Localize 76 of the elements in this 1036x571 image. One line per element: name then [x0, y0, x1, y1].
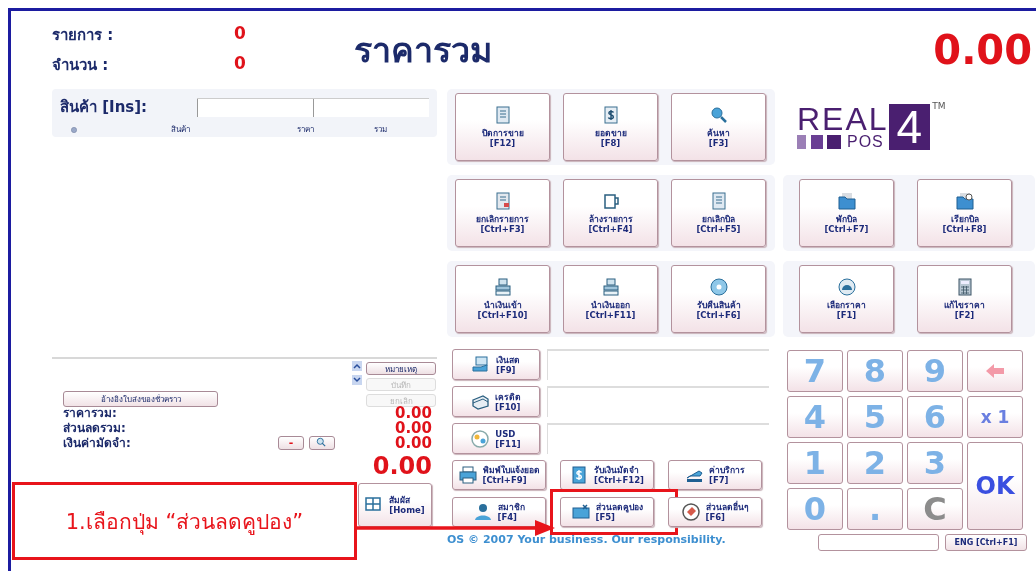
function-button[interactable]: เลือกราคา [F1]: [799, 265, 894, 333]
search-icon: [709, 106, 728, 124]
function-button[interactable]: ล้างรายการ [Ctrl+F4]: [563, 179, 658, 247]
action-button[interactable]: สมาชิก [F4]: [452, 497, 546, 527]
logo-squares-icon: [797, 135, 841, 149]
dollar-icon: [570, 466, 589, 484]
scroll-buttons[interactable]: [352, 361, 362, 385]
function-button[interactable]: แก้ไขราคา [F2]: [917, 265, 1012, 333]
search-button[interactable]: [309, 435, 335, 450]
folder-icon: [837, 192, 856, 210]
function-button[interactable]: ยกเลิกบิล [Ctrl+F5]: [671, 179, 766, 247]
tag-icon: [681, 503, 700, 521]
total-amount: 0.00: [933, 27, 1032, 73]
callout-text: 1.เลือกปุ่ม “ส่วนลดคูปอง”: [65, 508, 304, 537]
net-total-value: 0.00: [372, 452, 432, 480]
quantity-label: จำนวน :: [52, 55, 110, 76]
dot-icon: [70, 125, 78, 134]
cash-register-icon: [601, 278, 620, 296]
product-input-field[interactable]: [313, 98, 429, 117]
language-button[interactable]: ENG [Ctrl+F1]: [945, 534, 1027, 551]
column-header: สินค้า: [169, 124, 191, 136]
item-count-value: 0: [234, 23, 247, 45]
item-count-label: รายการ :: [52, 25, 115, 46]
calculator-icon: [955, 278, 974, 296]
dollar-icon: [601, 106, 620, 124]
touch-button[interactable]: สัมผัส [Home]: [358, 483, 432, 527]
note-button[interactable]: หมายเหตุ: [366, 362, 436, 375]
product-label: สินค้า [Ins]:: [60, 97, 149, 118]
function-button[interactable]: ปิดการขาย [F12]: [455, 93, 550, 161]
product-input-field[interactable]: [197, 98, 313, 117]
folder-magnifier-icon: [955, 192, 974, 210]
summary-label: ส่วนลดรวม:: [62, 420, 126, 437]
document-icon: [493, 106, 512, 124]
function-button[interactable]: พักบิล [Ctrl+F7]: [799, 179, 894, 247]
function-button[interactable]: นำเงินออก [Ctrl+F11]: [563, 265, 658, 333]
reference-button[interactable]: อ้างอิงใบส่งของชั่วคราว: [63, 391, 218, 407]
quantity-value: 0: [234, 53, 247, 75]
cloche-icon: [837, 278, 856, 296]
cash-register-icon: [493, 278, 512, 296]
minus-button[interactable]: -: [278, 435, 304, 450]
disc-icon: [709, 278, 728, 296]
ticket-icon: [571, 503, 590, 521]
function-button[interactable]: เรียกบิล [Ctrl+F8]: [917, 179, 1012, 247]
action-button[interactable]: ส่วนลดอื่นๆ [F6]: [668, 497, 762, 527]
function-button[interactable]: นำเงินเข้า [Ctrl+F10]: [455, 265, 550, 333]
backspace-key[interactable]: [967, 350, 1023, 392]
left-arrow-icon: [985, 363, 1005, 379]
card-icon: [471, 392, 489, 411]
action-button[interactable]: พิมพ์ใบแจ้งยอด [Ctrl+F9]: [452, 460, 546, 490]
summary-label: ราคารวม:: [62, 405, 117, 422]
cash-icon: [472, 355, 490, 374]
printer-icon: [458, 466, 477, 484]
magnifier-icon: [316, 437, 328, 448]
payment-button[interactable]: เครดิต [F10]: [452, 386, 540, 417]
coin-icon: [471, 429, 490, 448]
total-title: ราคารวม: [354, 29, 492, 72]
document-icon: [709, 192, 728, 210]
document-icon: [493, 192, 512, 210]
action-button[interactable]: รับเงินมัดจำ [Ctrl+F12]: [560, 460, 654, 490]
payment-button[interactable]: USD [F11]: [452, 423, 540, 454]
function-button[interactable]: ยอดขาย [F8]: [563, 93, 658, 161]
keypad-key[interactable]: OK: [967, 442, 1023, 530]
summary-label: เงินค่ามัดจำ:: [62, 435, 131, 452]
mug-icon: [601, 192, 620, 210]
action-button[interactable]: ส่วนลดคูปอง [F5]: [560, 497, 654, 527]
person-icon: [473, 503, 492, 521]
keypad-key[interactable]: x 1: [967, 396, 1023, 438]
window-grid-icon: [365, 496, 384, 514]
payment-button[interactable]: เงินสด [F9]: [452, 349, 540, 380]
footer-text: OS © 2007 Your business. Our responsibility.: [447, 533, 727, 546]
column-header: รวม: [372, 124, 388, 136]
column-header: ราคา: [295, 124, 315, 136]
function-button[interactable]: ค้นหา [F3]: [671, 93, 766, 161]
function-button[interactable]: ยกเลิกรายการ [Ctrl+F3]: [455, 179, 550, 247]
function-button[interactable]: รับคืนสินค้า [Ctrl+F6]: [671, 265, 766, 333]
action-button[interactable]: ค่าบริการ [F7]: [668, 460, 762, 490]
